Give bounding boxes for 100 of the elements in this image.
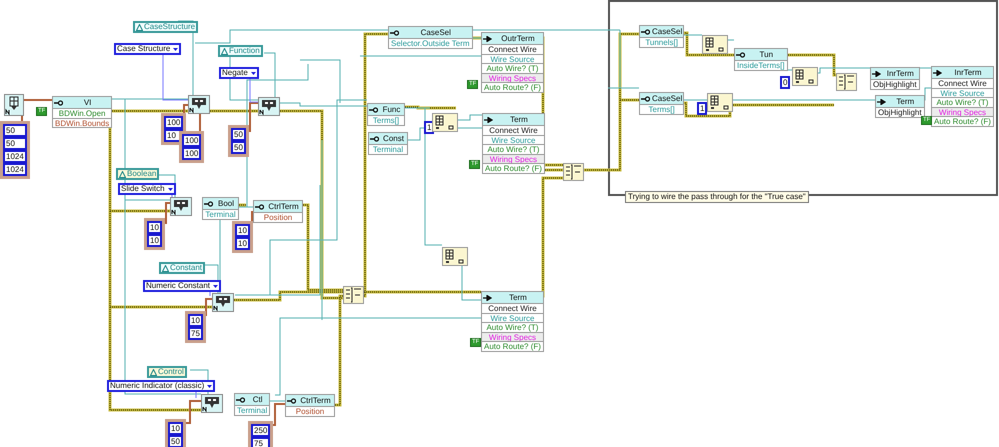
- dropdown-arrow-icon: [250, 72, 256, 74]
- vi-server-icon: [258, 97, 280, 116]
- property-icon: [736, 52, 745, 58]
- numeric-cell: 100: [182, 147, 202, 160]
- property-row[interactable]: ObjHighlight: [871, 79, 919, 88]
- numeric-cell: 50: [3, 137, 27, 150]
- property-row[interactable]: Auto Wire? (T): [932, 97, 993, 106]
- numeric-constant: 1: [697, 102, 708, 115]
- dropdown-arrow-icon: [207, 384, 212, 388]
- numeric-cell: 10: [235, 224, 250, 237]
- ring-constant[interactable]: Negate: [219, 67, 259, 79]
- property-node[interactable]: Term Connect Wire Wire Source Auto Wire? (T) Wiring Specs Auto Route? (F): [482, 113, 545, 174]
- property-node[interactable]: Bool Terminal: [202, 197, 239, 220]
- property-icon: [236, 396, 245, 402]
- ring-label: Slide Switch: [121, 183, 165, 195]
- property-icon: [390, 30, 399, 36]
- property-node[interactable]: CtrlTerm Position: [253, 200, 303, 222]
- class-label: Constant: [170, 262, 202, 274]
- property-row[interactable]: Connect Wire: [483, 125, 544, 134]
- numeric-cell: 50: [231, 141, 246, 154]
- property-icon: [369, 106, 378, 112]
- class-icon: [119, 170, 126, 178]
- node-title: Term: [895, 97, 916, 106]
- property-row[interactable]: Auto Wire? (T): [482, 322, 543, 332]
- node-title: CtrlTerm: [299, 396, 332, 405]
- build-array-icon: [343, 286, 364, 304]
- numeric-cell: 100: [164, 116, 184, 129]
- dropdown-arrow-icon: [213, 284, 218, 288]
- property-row[interactable]: Connect Wire: [482, 303, 543, 312]
- arrow-icon: [483, 294, 492, 300]
- property-row[interactable]: Auto Route? (F): [482, 341, 543, 350]
- ring-constant[interactable]: Numeric Constant: [143, 280, 222, 292]
- numeric-cell: 50: [168, 435, 183, 447]
- numeric-cell: 50: [231, 128, 246, 141]
- property-row[interactable]: Position: [254, 212, 302, 222]
- numeric-cell: 50: [3, 124, 27, 137]
- property-row[interactable]: Position: [286, 406, 334, 416]
- class-label: Boolean: [127, 168, 156, 180]
- property-icon: [370, 136, 379, 142]
- numeric-cell: 1024: [3, 150, 27, 163]
- dropdown-arrow-icon: [168, 188, 173, 190]
- ring-label: Numeric Constant: [146, 280, 210, 292]
- property-icon: [255, 204, 264, 210]
- node-title: CaseSel: [652, 94, 682, 103]
- node-title: Bool: [216, 199, 235, 208]
- property-row[interactable]: Auto Route? (F): [483, 163, 544, 172]
- node-title: Ctl: [252, 395, 264, 404]
- property-icon: [641, 96, 650, 102]
- node-title: Func: [382, 105, 402, 114]
- property-row[interactable]: Connect Wire: [932, 78, 993, 88]
- arrow-icon: [877, 98, 886, 104]
- numeric-cell: 10: [168, 422, 183, 435]
- numeric-cell: 75: [188, 327, 203, 340]
- index-array-icon: [707, 93, 733, 112]
- property-node[interactable]: InrTerm ObjHighlight: [870, 67, 920, 90]
- property-node[interactable]: OutrTerm Connect Wire Wire Source Auto Wire? (T) Wiring Specs Auto Route? (F): [481, 32, 544, 92]
- property-node[interactable]: Const Terminal: [368, 132, 408, 154]
- property-row[interactable]: Connect Wire: [482, 44, 543, 54]
- index-array-icon: [442, 247, 468, 266]
- property-row[interactable]: Auto Wire? (T): [483, 144, 544, 154]
- numeric-cell: 75: [251, 437, 270, 447]
- node-title: InrTerm: [886, 69, 915, 78]
- property-node[interactable]: CtrlTerm Position: [285, 394, 335, 416]
- property-node[interactable]: Func Terms[]: [367, 103, 405, 126]
- class-icon: [136, 24, 143, 30]
- property-row[interactable]: Auto Route? (F): [482, 82, 543, 92]
- property-node[interactable]: CaseSel Terms[]: [639, 92, 684, 114]
- node-title: Tun: [758, 50, 774, 59]
- property-row[interactable]: Auto Route? (F): [932, 116, 993, 126]
- property-node[interactable]: InrTerm Connect Wire Wire Source Auto Wire? (T) Wiring Specs Auto Route? (F): [931, 66, 994, 126]
- numeric-cell: 10: [235, 237, 250, 250]
- property-node[interactable]: Ctl Terminal: [234, 393, 270, 416]
- class-icon: [162, 264, 169, 272]
- node-title: CaseSel: [420, 28, 452, 37]
- comment-label: Trying to wire the pass through for the "True case": [625, 191, 809, 203]
- dropdown-arrow-icon: [173, 48, 178, 50]
- property-node[interactable]: CaseSel Selector.Outside Term: [388, 26, 473, 48]
- property-node[interactable]: CaseSel Tunnels[]: [639, 25, 684, 48]
- property-node[interactable]: VI BDWin.Open BDWin.Bounds: [52, 96, 112, 128]
- property-row[interactable]: ObjHighlight: [876, 107, 924, 116]
- property-row[interactable]: Terminal: [235, 405, 270, 414]
- property-row[interactable]: Auto Wire? (T): [482, 63, 543, 72]
- property-icon: [287, 398, 296, 404]
- vi-server-icon: [188, 95, 210, 114]
- arrow-icon: [872, 70, 881, 76]
- property-node[interactable]: Term Connect Wire Wire Source Auto Wire? (T) Wiring Specs Auto Route? (F): [481, 291, 544, 352]
- class-label: CaseStructure: [144, 21, 196, 33]
- numeric-cell: 10: [147, 221, 162, 234]
- numeric-cell: 250: [251, 424, 270, 437]
- arrow-icon: [483, 36, 492, 42]
- property-row[interactable]: BDWin.Bounds: [53, 118, 112, 127]
- ring-label: Case Structure: [117, 43, 170, 55]
- ring-constant[interactable]: Slide Switch: [118, 183, 176, 195]
- build-array-icon: [836, 73, 857, 91]
- ring-constant[interactable]: Case Structure: [114, 43, 182, 55]
- property-icon: [641, 28, 650, 34]
- property-node[interactable]: Term ObjHighlight: [875, 95, 925, 118]
- property-node[interactable]: Tun InsideTerms[]: [734, 48, 788, 70]
- property-row[interactable]: BDWin.Open: [53, 108, 112, 118]
- node-title: InrTerm: [953, 68, 983, 77]
